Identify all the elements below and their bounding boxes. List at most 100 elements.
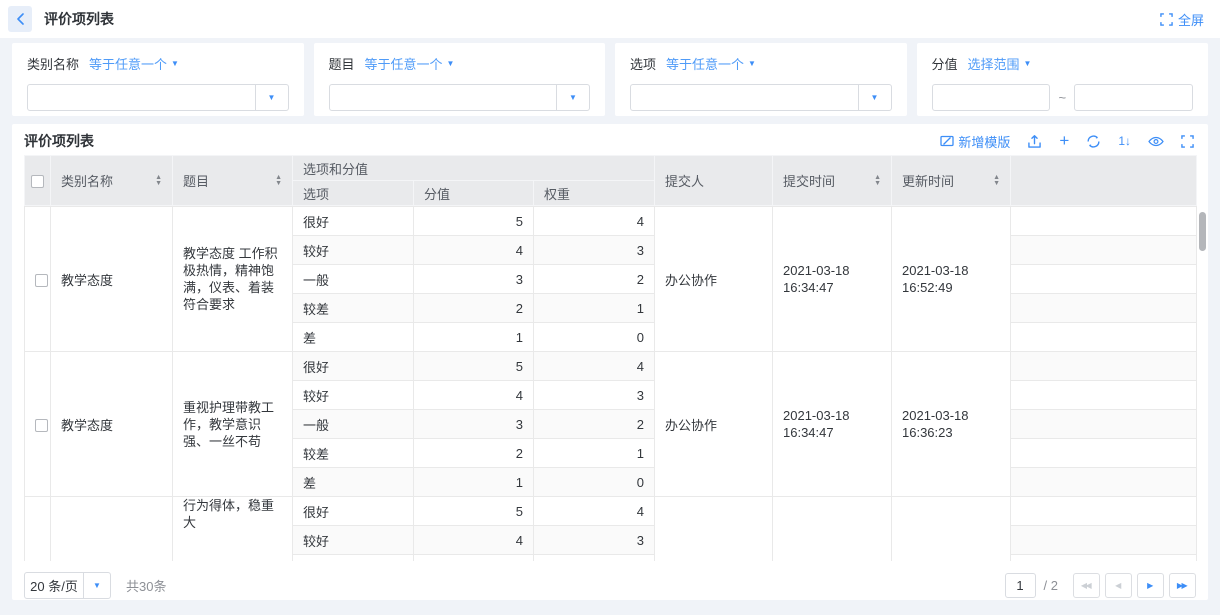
empty-cell bbox=[1011, 352, 1197, 381]
edit-template-icon bbox=[940, 134, 954, 148]
weight-cell: 1 bbox=[534, 439, 655, 468]
filter-option: 选项 等于任意一个 ▼ ▼ bbox=[615, 43, 907, 116]
row-checkbox-cell bbox=[25, 497, 51, 562]
filter-score-operator[interactable]: 选择范围 ▼ bbox=[968, 54, 1032, 73]
score-cell: 1 bbox=[414, 323, 534, 352]
score-cell: 5 bbox=[414, 497, 534, 526]
select-arrow-button[interactable]: ▼ bbox=[556, 85, 589, 110]
weight-cell: 2 bbox=[534, 410, 655, 439]
option-cell: 一般 bbox=[293, 410, 414, 439]
score-max-input[interactable] bbox=[1074, 84, 1193, 111]
column-visibility-icon[interactable] bbox=[1148, 136, 1164, 147]
submit-time-cell: 2021-03-18 16:34:47 bbox=[773, 207, 892, 352]
filter-option-operator[interactable]: 等于任意一个 ▼ bbox=[666, 54, 756, 73]
option-cell: 较差 bbox=[293, 294, 414, 323]
refresh-icon[interactable] bbox=[1086, 134, 1101, 149]
row-checkbox[interactable] bbox=[35, 419, 48, 432]
new-template-button[interactable]: 新增模版 bbox=[940, 132, 1010, 151]
question-cell: 重视护理带教工作，教学意识强、一丝不苟 bbox=[173, 352, 293, 497]
last-page-button[interactable]: ▶▶ bbox=[1169, 573, 1196, 598]
first-page-button[interactable]: ◀◀ bbox=[1073, 573, 1100, 598]
weight-cell: 0 bbox=[534, 468, 655, 497]
select-arrow-button[interactable]: ▼ bbox=[858, 85, 891, 110]
col-header-option-group: 选项和分值 bbox=[293, 156, 655, 181]
page-size-select[interactable]: 20 条/页 ▼ bbox=[24, 572, 111, 599]
table-row: 教学态度 重视护理带教工作，教学意识强、一丝不苟 很好 5 4 办公协作 202… bbox=[25, 352, 1197, 381]
total-pages: / 2 bbox=[1044, 578, 1058, 593]
category-cell: 教学态度 bbox=[51, 207, 173, 352]
add-icon[interactable]: + bbox=[1059, 134, 1069, 148]
score-cell: 3 bbox=[414, 410, 534, 439]
col-header-submit-time[interactable]: 提交时间 ▲▼ bbox=[773, 156, 892, 206]
filter-question-operator[interactable]: 等于任意一个 ▼ bbox=[365, 54, 455, 73]
select-arrow-button[interactable]: ▼ bbox=[255, 85, 288, 110]
sort-icon[interactable]: ▲▼ bbox=[874, 175, 881, 187]
chevron-left-icon: ◀ bbox=[1115, 581, 1120, 590]
weight-cell: 4 bbox=[534, 207, 655, 236]
sort-icon[interactable]: ▲▼ bbox=[993, 175, 1000, 187]
filter-category: 类别名称 等于任意一个 ▼ ▼ bbox=[12, 43, 304, 116]
col-header-score: 分值 bbox=[414, 181, 534, 206]
table-row: 教学态度 教学态度 工作积极热情，精神饱满，仪表、着装符合要求 很好 5 4 办… bbox=[25, 207, 1197, 236]
filter-question-select[interactable]: ▼ bbox=[329, 84, 591, 111]
empty-cell bbox=[1011, 207, 1197, 236]
table-card: 评价项列表 新增模版 + 1↓ bbox=[12, 124, 1208, 600]
row-checkbox-cell bbox=[25, 352, 51, 497]
chevron-right-icon: ▶ bbox=[1147, 581, 1152, 590]
table-fullscreen-icon[interactable] bbox=[1181, 135, 1194, 148]
sort-order-icon[interactable]: 1↓ bbox=[1118, 134, 1131, 148]
fullscreen-button[interactable]: 全屏 bbox=[1160, 10, 1204, 29]
option-cell: 较差 bbox=[293, 439, 414, 468]
filter-score-label: 分值 bbox=[932, 54, 958, 73]
prev-page-button[interactable]: ◀ bbox=[1105, 573, 1132, 598]
chevron-down-icon: ▼ bbox=[447, 59, 455, 68]
export-icon[interactable] bbox=[1027, 134, 1042, 149]
col-header-submitter: 提交人 bbox=[655, 156, 773, 206]
double-chevron-left-icon: ◀◀ bbox=[1081, 581, 1090, 590]
range-separator: ~ bbox=[1058, 90, 1066, 105]
option-cell: 一般 bbox=[293, 265, 414, 294]
score-cell: 4 bbox=[414, 381, 534, 410]
chevron-down-icon: ▼ bbox=[748, 59, 756, 68]
col-header-question[interactable]: 题目 ▲▼ bbox=[173, 156, 293, 206]
next-page-button[interactable]: ▶ bbox=[1137, 573, 1164, 598]
total-count: 共30条 bbox=[126, 576, 166, 595]
score-cell: 3 bbox=[414, 265, 534, 294]
filter-category-select[interactable]: ▼ bbox=[27, 84, 289, 111]
option-cell: 很好 bbox=[293, 497, 414, 526]
table-body-viewport: 教学态度 教学态度 工作积极热情，精神饱满，仪表、着装符合要求 很好 5 4 办… bbox=[12, 206, 1208, 561]
option-cell: 较好 bbox=[293, 236, 414, 265]
score-min-input[interactable] bbox=[932, 84, 1051, 111]
chevron-left-icon bbox=[15, 13, 25, 25]
current-page-input[interactable]: 1 bbox=[1005, 573, 1036, 598]
option-cell: 很好 bbox=[293, 352, 414, 381]
table-row: 行为得体，稳重大 很好 5 4 bbox=[25, 497, 1197, 526]
sort-icon[interactable]: ▲▼ bbox=[155, 175, 162, 187]
filter-question: 题目 等于任意一个 ▼ ▼ bbox=[314, 43, 606, 116]
option-cell: 差 bbox=[293, 323, 414, 352]
sort-icon[interactable]: ▲▼ bbox=[275, 175, 282, 187]
vertical-scrollbar[interactable] bbox=[1199, 212, 1206, 251]
filter-option-select[interactable]: ▼ bbox=[630, 84, 892, 111]
row-checkbox[interactable] bbox=[35, 274, 48, 287]
table-title: 评价项列表 bbox=[24, 131, 94, 151]
weight-cell: 3 bbox=[534, 381, 655, 410]
back-button[interactable] bbox=[8, 6, 32, 32]
filter-category-label: 类别名称 bbox=[27, 54, 79, 73]
submit-time-cell: 2021-03-18 16:34:47 bbox=[773, 352, 892, 497]
update-time-cell: 2021-03-18 16:52:49 bbox=[892, 207, 1011, 352]
weight-cell: 4 bbox=[534, 497, 655, 526]
weight-cell: 1 bbox=[534, 294, 655, 323]
filter-category-operator[interactable]: 等于任意一个 ▼ bbox=[89, 54, 179, 73]
filter-option-label: 选项 bbox=[630, 54, 656, 73]
empty-cell bbox=[1011, 294, 1197, 323]
score-cell: 5 bbox=[414, 207, 534, 236]
select-all-checkbox[interactable] bbox=[31, 175, 44, 188]
table-toolbar: 评价项列表 新增模版 + 1↓ bbox=[12, 124, 1208, 155]
submitter-cell: 办公协作 bbox=[655, 207, 773, 352]
col-header-update-time[interactable]: 更新时间 ▲▼ bbox=[892, 156, 1011, 206]
col-header-category[interactable]: 类别名称 ▲▼ bbox=[51, 156, 173, 206]
score-cell: 5 bbox=[414, 352, 534, 381]
option-cell: 较好 bbox=[293, 381, 414, 410]
select-arrow-button[interactable]: ▼ bbox=[83, 573, 110, 598]
